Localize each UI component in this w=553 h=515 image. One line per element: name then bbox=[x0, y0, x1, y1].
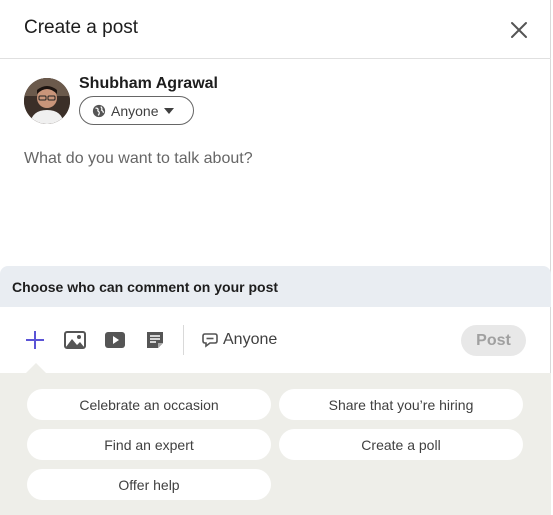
suggestion-celebrate[interactable]: Celebrate an occasion bbox=[27, 389, 271, 420]
image-icon[interactable] bbox=[61, 327, 89, 353]
visibility-label: Anyone bbox=[111, 102, 159, 119]
suggestion-offer-help[interactable]: Offer help bbox=[27, 469, 271, 500]
author-name: Shubham Agrawal bbox=[79, 75, 218, 92]
video-icon[interactable] bbox=[101, 327, 129, 353]
caret-down-icon bbox=[164, 107, 175, 114]
plus-icon[interactable] bbox=[21, 327, 49, 353]
globe-icon bbox=[92, 104, 106, 117]
modal-header: Create a post bbox=[0, 0, 551, 59]
suggestion-create-poll[interactable]: Create a poll bbox=[279, 429, 523, 460]
suggestion-find-expert[interactable]: Find an expert bbox=[27, 429, 271, 460]
suggestions-panel: Celebrate an occasion Share that you’re … bbox=[0, 373, 551, 515]
visibility-selector[interactable]: Anyone bbox=[79, 96, 194, 125]
create-post-modal: Create a post Shubham Agrawal Anyone Wha… bbox=[0, 0, 551, 515]
toolbar-divider bbox=[183, 325, 184, 355]
suggestions-pointer bbox=[26, 363, 46, 373]
modal-title: Create a post bbox=[24, 17, 139, 38]
comment-setting-label: Anyone bbox=[223, 331, 278, 348]
comment-setting-button[interactable]: Anyone bbox=[202, 331, 277, 349]
document-icon[interactable] bbox=[141, 327, 169, 353]
comment-permission-banner[interactable]: Choose who can comment on your post bbox=[0, 266, 551, 307]
comment-icon bbox=[202, 333, 218, 348]
post-text-input[interactable]: What do you want to talk about? bbox=[24, 150, 524, 168]
suggestion-hiring[interactable]: Share that you’re hiring bbox=[279, 389, 523, 420]
post-button[interactable]: Post bbox=[461, 325, 526, 356]
post-toolbar: Anyone Post bbox=[0, 318, 551, 364]
avatar bbox=[24, 78, 70, 124]
comment-permission-text: Choose who can comment on your post bbox=[12, 279, 279, 295]
close-icon[interactable] bbox=[504, 15, 534, 45]
